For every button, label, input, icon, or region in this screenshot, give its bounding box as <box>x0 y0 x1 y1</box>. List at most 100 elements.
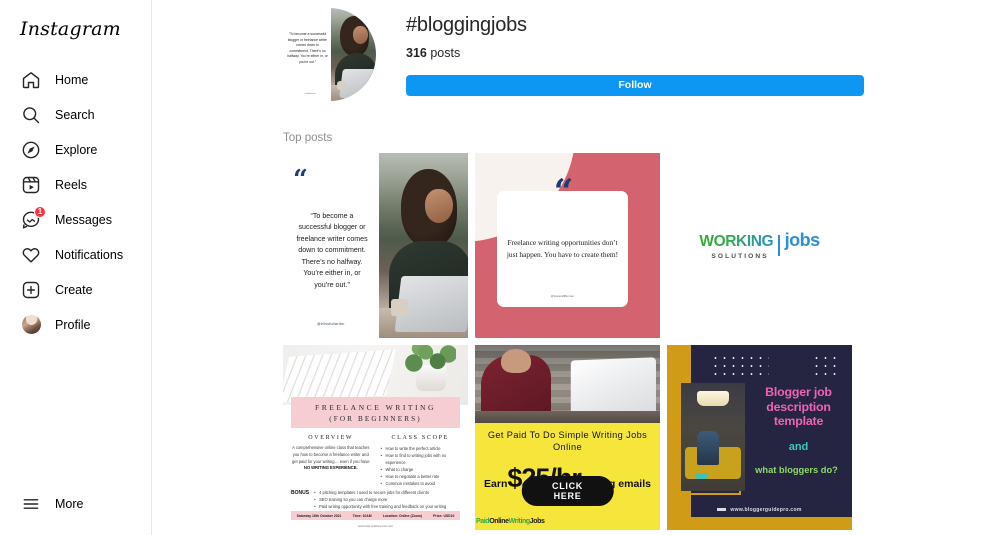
ad-headline: Get Paid To Do Simple Writing Jobs Onlin… <box>487 430 648 453</box>
compass-icon <box>20 139 42 161</box>
flyer-bonus-section: BONUS 4 pitching templates I used to sec… <box>291 488 460 510</box>
instagram-logo[interactable]: Instagram <box>20 18 139 40</box>
overview-heading: OVERVIEW <box>308 435 354 441</box>
post-tile-blogger-template[interactable]: Blogger job description template and wha… <box>667 345 852 530</box>
sidebar-item-search[interactable]: Search <box>12 97 139 132</box>
sidebar-item-profile[interactable]: Profile <box>12 307 139 342</box>
page-title: #bloggingjobs <box>406 14 527 36</box>
flyer-price: Price: USD10 <box>433 513 455 518</box>
messenger-icon: 1 <box>20 205 46 231</box>
instagram-hashtag-page: Instagram Home Search Explore Reels 1 Me… <box>0 0 1000 535</box>
sidebar-item-messages[interactable]: 1 Messages <box>12 202 139 237</box>
post-tile-working-solutions[interactable]: WORKING SOLUTIONS jobs <box>667 153 852 338</box>
posts-grid: “ “To become a successful blogger or fre… <box>283 153 883 530</box>
avatar-quote-credit: @blissfullwriter <box>297 93 317 95</box>
post-tile-freelance-writing-flyer[interactable]: FREELANCE WRITING (FOR BEGINNERS) OVERVI… <box>283 345 468 530</box>
post-count: 316 posts <box>406 46 883 60</box>
search-icon <box>20 104 42 126</box>
overview-body: A comprehensive online class that teache… <box>291 445 370 464</box>
quote-card: “ Freelance writing opportunities don’t … <box>497 175 628 307</box>
template-url-text: www.bloggerguidepro.com <box>730 507 802 513</box>
click-here-button[interactable]: CLICK HERE <box>521 476 614 506</box>
sidebar-item-label: More <box>55 496 84 511</box>
sidebar-item-label: Home <box>55 72 89 87</box>
dot-pattern-left <box>711 354 769 378</box>
template-connector: and <box>788 441 809 453</box>
overview-emphasis: NO WRITING EXPERIENCE. <box>303 465 358 471</box>
post-tile-quote-opportunities[interactable]: “ Freelance writing opportunities don’t … <box>475 153 660 338</box>
sidebar-item-reels[interactable]: Reels <box>12 167 139 202</box>
hashtag-avatar: “ “To become a successful blogger or fre… <box>283 8 376 101</box>
top-posts-label: Top posts <box>283 132 333 144</box>
sidebar-item-more[interactable]: More <box>12 486 139 521</box>
logo-jobs-text: jobs <box>784 230 821 251</box>
post-quote-text: “To become a successful blogger or freel… <box>296 212 368 289</box>
ad-earn-label: Earn <box>484 478 508 490</box>
sidebar-item-label: Create <box>55 282 93 297</box>
hamburger-menu-icon <box>20 493 42 515</box>
reels-icon <box>20 174 42 196</box>
scope-list: How to write the perfect article How to … <box>381 444 461 487</box>
brand-part-jobs: Jobs <box>529 518 545 525</box>
sidebar: Instagram Home Search Explore Reels 1 Me… <box>0 0 152 535</box>
logo-solutions-text: SOLUTIONS <box>711 252 769 260</box>
ad-brand-logo: PaidOnlineWritingJobs <box>475 518 660 525</box>
brand-part-writing: Writing <box>508 518 531 525</box>
post-credit: @blissfullwriter <box>317 322 345 326</box>
sidebar-item-create[interactable]: Create <box>12 272 139 307</box>
brand-part-online: Online <box>489 518 509 525</box>
flyer-title-line2: (FOR BEGINNERS) <box>329 414 422 423</box>
list-item: How to write the perfect article <box>381 444 461 452</box>
messages-badge: 1 <box>34 205 46 218</box>
list-item: Paid writing opportunity with free train… <box>314 503 446 510</box>
logo-working-text: WORKING <box>699 233 774 251</box>
follow-button[interactable]: Follow <box>406 75 864 96</box>
ad-photo <box>475 345 660 423</box>
bonus-list: 4 pitching templates I used to secure jo… <box>314 488 446 510</box>
plus-square-icon <box>20 279 42 301</box>
post-count-value: 316 <box>406 46 427 60</box>
list-item: SEO training so you can charge more <box>314 496 446 503</box>
flyer-footer-bar: Saturday 16th October 2021 Time: 10AM Lo… <box>291 511 460 520</box>
post-photo <box>379 153 468 338</box>
post-quote-text: Freelance writing opportunities don’t ju… <box>506 238 619 259</box>
flyer-overview-column: OVERVIEW A comprehensive online class th… <box>291 435 371 487</box>
avatar-quote-text: “To become a successful blogger or freel… <box>287 32 328 64</box>
working-solutions-logo: WORKING SOLUTIONS jobs <box>699 230 821 260</box>
template-title: Blogger job description template <box>765 385 832 428</box>
quote-mark-icon: “ <box>553 172 574 212</box>
flyer-photo <box>283 345 468 405</box>
flyer-time: Time: 10AM <box>352 513 372 518</box>
dash-icon <box>717 508 727 511</box>
sidebar-item-label: Search <box>55 107 95 122</box>
sidebar-item-label: Notifications <box>55 247 124 262</box>
sidebar-item-label: Profile <box>55 317 91 332</box>
flyer-date: Saturday 16th October 2021 <box>296 513 342 518</box>
list-item: How to negotiate a better rate <box>381 473 461 480</box>
flyer-title-band: FREELANCE WRITING (FOR BEGINNERS) <box>291 397 460 428</box>
sidebar-item-notifications[interactable]: Notifications <box>12 237 139 272</box>
post-credit: @HannahBonner <box>550 294 575 298</box>
list-item: What to charge <box>381 466 461 473</box>
logo-divider <box>778 235 780 256</box>
dot-pattern-right <box>812 354 838 378</box>
sidebar-item-home[interactable]: Home <box>12 62 139 97</box>
gold-bottom-bar <box>667 517 852 530</box>
list-item: Common mistakes to avoid <box>381 480 461 487</box>
post-tile-paid-writing-ad[interactable]: Get Paid To Do Simple Writing Jobs Onlin… <box>475 345 660 530</box>
post-tile-quote-commitment[interactable]: “ “To become a successful blogger or fre… <box>283 153 468 338</box>
blogger-photo <box>681 383 745 491</box>
sidebar-item-explore[interactable]: Explore <box>12 132 139 167</box>
sidebar-item-label: Reels <box>55 177 87 192</box>
flyer-title-line1: FREELANCE WRITING <box>314 402 437 412</box>
home-icon <box>20 69 42 91</box>
bonus-label: BONUS <box>291 490 310 496</box>
list-item: 4 pitching templates I used to secure jo… <box>314 488 446 496</box>
sidebar-item-label: Messages <box>55 212 112 227</box>
flyer-scope-column: CLASS SCOPE How to write the perfect art… <box>381 435 461 487</box>
sidebar-item-label: Explore <box>55 142 98 157</box>
template-subtitle: what bloggers do? <box>755 465 838 475</box>
list-item: How to find to writing jobs with no expe… <box>381 452 461 466</box>
heart-icon <box>20 244 42 266</box>
flyer-url: www.ask.andbeyond.com <box>357 524 394 528</box>
